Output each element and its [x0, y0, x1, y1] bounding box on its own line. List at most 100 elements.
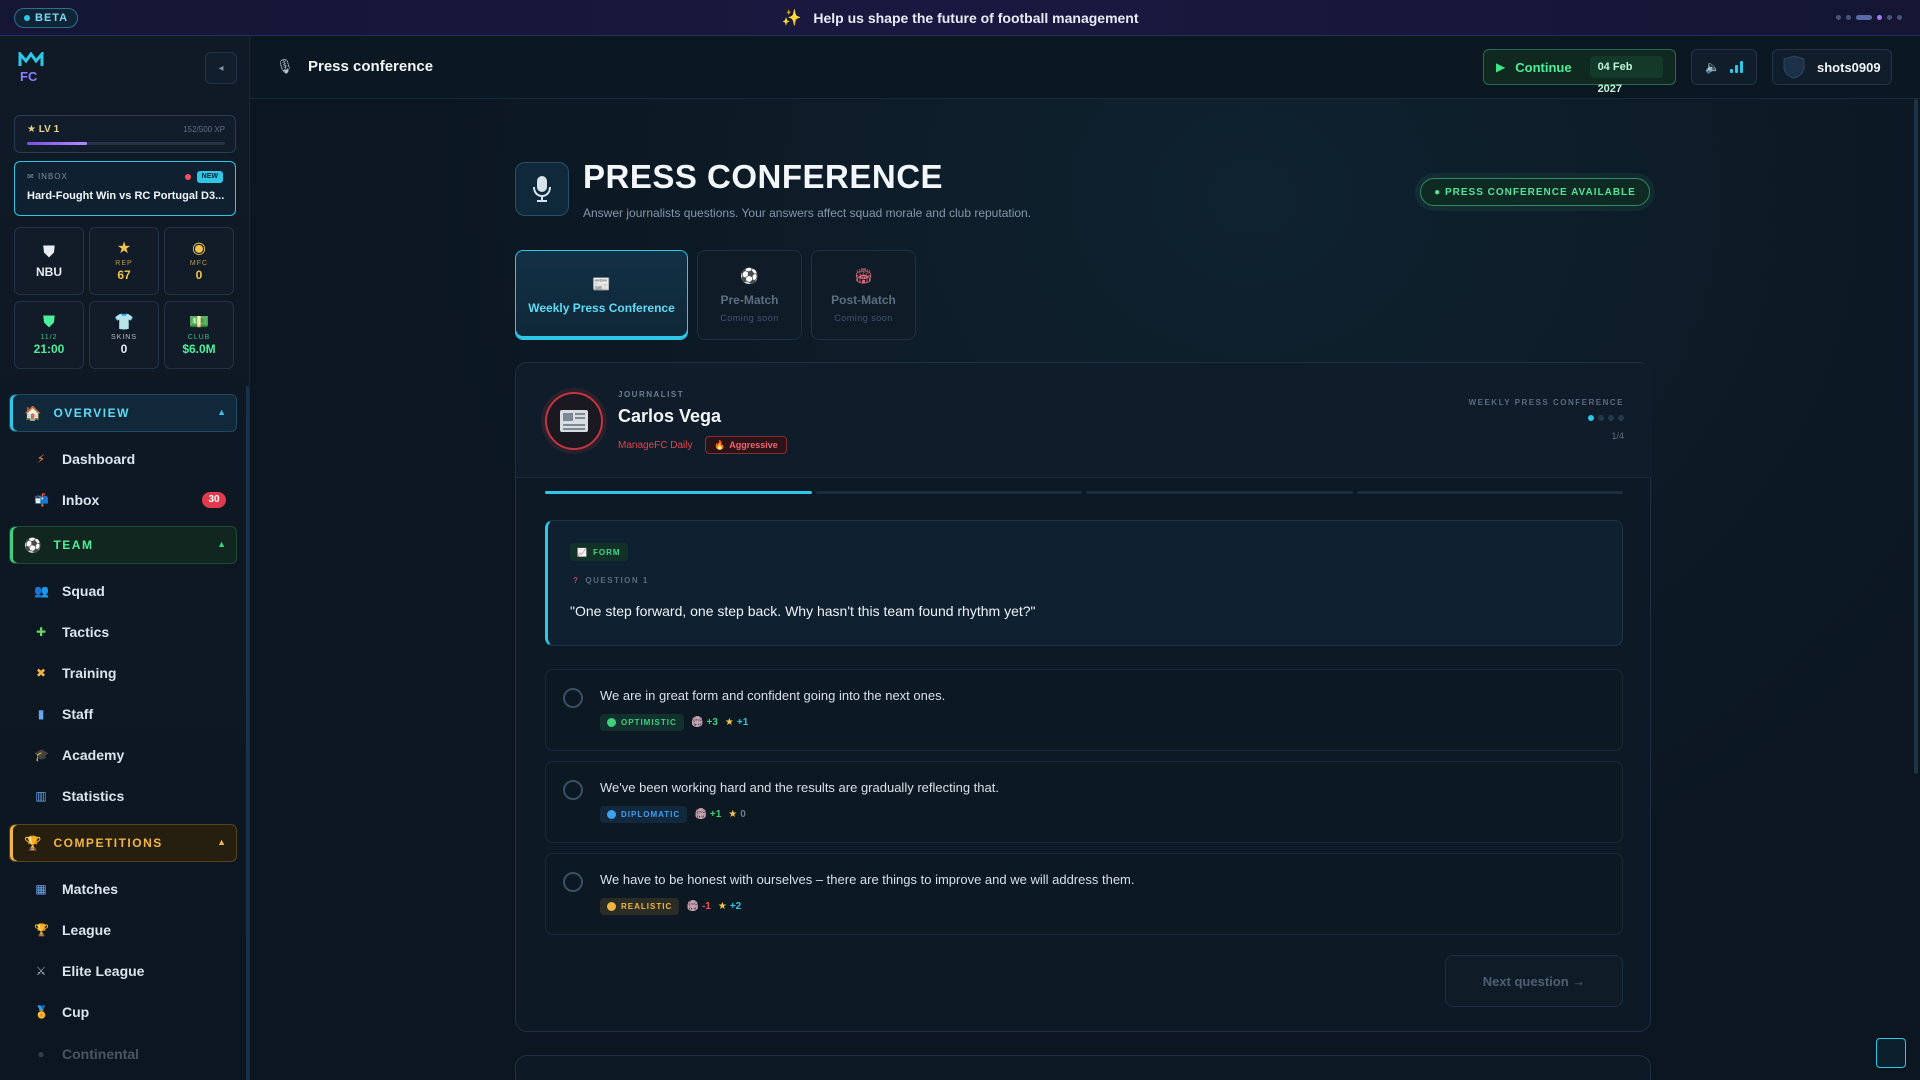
- pager-dot[interactable]: [1846, 15, 1851, 20]
- journalist-name: Carlos Vega: [618, 406, 722, 426]
- pager-dot[interactable]: [1887, 15, 1892, 20]
- tab-pre-match[interactable]: ⚽ Pre-Match Coming soon: [697, 250, 802, 340]
- sidebar-item-matches[interactable]: ▦ Matches: [34, 875, 234, 903]
- session-label: WEEKLY PRESS CONFERENCE: [1468, 398, 1624, 407]
- shield-icon: ⛊: [42, 314, 55, 331]
- microphone-icon: 🎙: [276, 58, 294, 74]
- corner-action-button[interactable]: [1876, 1038, 1906, 1068]
- sidebar-item-label: Continental: [62, 1046, 139, 1062]
- tone-dot-icon: [607, 810, 616, 819]
- sidebar-item-staff[interactable]: ▮ Staff: [34, 700, 234, 728]
- star-icon: ★: [724, 717, 734, 728]
- tab-post-match[interactable]: 🏟 Post-Match Coming soon: [811, 250, 916, 340]
- game-date: 04 Feb 2027: [1589, 56, 1663, 95]
- sidebar-item-league[interactable]: 🏆 League: [34, 916, 234, 944]
- sidebar-item-continental[interactable]: ● Continental: [34, 1040, 234, 1068]
- tone-label: OPTIMISTIC: [621, 718, 677, 727]
- nav-group-team[interactable]: ⚽ TEAM ▲: [9, 526, 237, 564]
- tab-label: Pre-Match: [720, 293, 779, 307]
- sidebar-item-label: Cup: [62, 1004, 90, 1020]
- inbox-notification-card[interactable]: ✉ INBOX NEW Hard-Fought Win vs RC Portug…: [14, 161, 236, 216]
- newspaper-icon: 📰: [592, 276, 611, 293]
- pager-dot[interactable]: [1897, 15, 1902, 20]
- tab-coming-soon: Coming soon: [720, 313, 779, 323]
- banner-message[interactable]: ✨ Help us shape the future of football m…: [781, 8, 1138, 28]
- nav-group-competitions[interactable]: 🏆 COMPETITIONS ▲: [9, 824, 237, 862]
- coin-icon: ◉: [192, 240, 206, 257]
- stat-tile[interactable]: 👕 SKINS 0: [89, 301, 159, 369]
- tab-weekly-press-conference[interactable]: 📰 Weekly Press Conference: [515, 250, 688, 340]
- tab-label: Post-Match: [831, 293, 896, 307]
- chevron-up-icon: ▲: [217, 539, 226, 549]
- sidebar-item-inbox[interactable]: 📬 Inbox 30: [34, 486, 234, 514]
- runner-icon: ✖: [35, 666, 47, 680]
- star-icon: ★: [728, 809, 738, 820]
- sidebar-item-label: Tactics: [62, 624, 110, 640]
- collapse-sidebar-button[interactable]: ◂: [205, 52, 237, 84]
- stat-tile[interactable]: ⛊ NBU: [14, 227, 84, 295]
- stat-tile-label: MFC: [189, 260, 209, 267]
- answer-option[interactable]: We've been working hard and the results …: [545, 761, 1623, 843]
- sound-toggle-button[interactable]: 🔈: [1691, 49, 1757, 85]
- club-shield-icon: [1783, 55, 1805, 79]
- stat-tile-value: 67: [117, 268, 131, 282]
- journalist-style-tag: 🔥 Aggressive: [705, 436, 787, 454]
- sidebar-item-label: League: [62, 922, 112, 938]
- journalist-style-label: Aggressive: [729, 440, 778, 450]
- answer-radio[interactable]: [563, 872, 583, 892]
- sidebar-item-dashboard[interactable]: ⚡ Dashboard: [34, 445, 234, 473]
- pager-dot[interactable]: [1836, 15, 1841, 20]
- answer-text: We've been working hard and the results …: [600, 780, 999, 795]
- progress-dot: [1598, 415, 1604, 421]
- chevron-left-icon: ◂: [218, 62, 224, 74]
- banner-pager[interactable]: [1836, 15, 1902, 20]
- morale-effect: 🏟 +1: [694, 809, 721, 820]
- pager-dot[interactable]: [1877, 15, 1882, 20]
- answer-radio[interactable]: [563, 780, 583, 800]
- answer-radio[interactable]: [563, 688, 583, 708]
- question-progress-segment: [815, 491, 1082, 494]
- answer-option[interactable]: We have to be honest with ourselves – th…: [545, 853, 1623, 935]
- stat-tile-label: SKINS: [110, 334, 137, 341]
- xp-bar-fill: [27, 142, 88, 145]
- level-card[interactable]: ★ LV 1 152/500 XP: [14, 115, 236, 153]
- answer-option[interactable]: We are in great form and confident going…: [545, 669, 1623, 751]
- stat-tile-value: NBU: [36, 264, 62, 279]
- tone-badge: DIPLOMATIC: [600, 806, 688, 823]
- banner-text: Help us shape the future of football man…: [813, 9, 1139, 26]
- journalist-outlet: ManageFC Daily: [618, 440, 693, 451]
- sidebar-item-academy[interactable]: 🎓 Academy: [34, 741, 234, 769]
- sidebar-item-statistics[interactable]: ▥ Statistics: [34, 782, 234, 810]
- morale-value: +3: [706, 717, 718, 728]
- page-scrollbar[interactable]: [1914, 99, 1918, 774]
- stat-tile[interactable]: ★ REP 67: [89, 227, 159, 295]
- secondary-panel: [515, 1055, 1651, 1080]
- sidebar-item-elite-league[interactable]: ⚔ Elite League: [34, 957, 234, 985]
- question-topic-badge: 📈 FORM: [570, 543, 628, 561]
- new-badge: NEW: [196, 171, 223, 183]
- puzzle-icon: ✚: [35, 625, 47, 639]
- nav-group-overview[interactable]: 🏠 OVERVIEW ▲: [9, 394, 237, 432]
- continue-button[interactable]: ▶ Continue 04 Feb 2027: [1483, 49, 1676, 95]
- morale-value: +1: [709, 809, 722, 820]
- app-logo[interactable]: FC: [18, 52, 44, 82]
- stat-tile-value: 0: [195, 268, 203, 282]
- stat-tile[interactable]: ◉ MFC 0: [164, 227, 234, 295]
- star-icon: ★: [116, 240, 132, 257]
- sidebar-item-label: Training: [62, 665, 117, 681]
- level-text: LV 1: [38, 124, 60, 135]
- question-mark-icon: ?: [573, 576, 580, 585]
- sidebar-item-squad[interactable]: 👥 Squad: [34, 577, 234, 605]
- pager-dot-active[interactable]: [1856, 15, 1872, 20]
- sidebar-item-training[interactable]: ✖ Training: [34, 659, 234, 687]
- user-profile-button[interactable]: shots0909: [1772, 49, 1892, 85]
- calendar-icon: ▦: [35, 882, 47, 896]
- sidebar-item-tactics[interactable]: ✚ Tactics: [34, 618, 234, 646]
- sidebar-item-cup[interactable]: 🏅 Cup: [34, 998, 234, 1026]
- next-question-button[interactable]: Next question →: [1445, 955, 1623, 1007]
- stat-tile[interactable]: 💵 CLUB $6.0M: [164, 301, 234, 369]
- sidebar-scrollbar[interactable]: [246, 386, 249, 1080]
- sidebar-item-label: Elite League: [62, 963, 145, 979]
- stat-tile[interactable]: ⛊ 11/2 21:00: [14, 301, 84, 369]
- question-progress-segment: [1086, 491, 1353, 494]
